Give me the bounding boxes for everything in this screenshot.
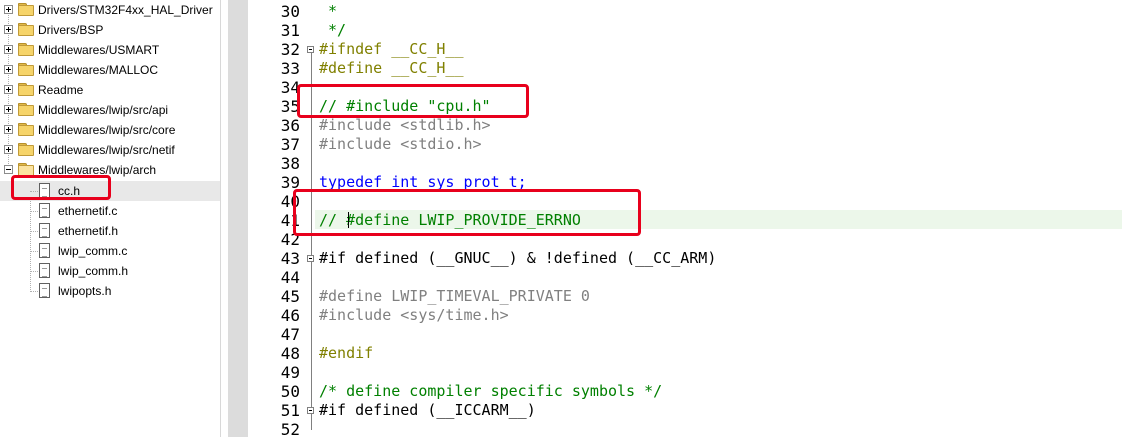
- tree-item-label: lwip_comm.h: [58, 264, 129, 278]
- expand-icon[interactable]: [4, 5, 13, 14]
- tree-item-label: Middlewares/MALLOC: [38, 63, 159, 77]
- folder-icon: [18, 123, 34, 136]
- code-line[interactable]: #if defined (__ICCARM__): [319, 401, 536, 420]
- file-icon: [39, 283, 50, 298]
- expand-icon[interactable]: [4, 145, 13, 154]
- code-line[interactable]: #endif: [319, 344, 373, 363]
- tree-item-label: lwip_comm.c: [58, 244, 128, 258]
- line-number: 36: [280, 116, 300, 135]
- tree-item-malloc[interactable]: Middlewares/MALLOC: [0, 60, 220, 80]
- project-tree: Drivers/STM32F4xx_HAL_Driver Drivers/BSP…: [0, 0, 221, 437]
- code-line[interactable]: #include <stdlib.h>: [319, 116, 491, 135]
- tree-guide-line: [30, 251, 38, 253]
- expand-icon[interactable]: [4, 45, 13, 54]
- expand-icon[interactable]: [4, 125, 13, 134]
- line-number: 33: [280, 59, 300, 78]
- folder-icon: [18, 3, 34, 16]
- annotation-box-cc-h: [11, 175, 111, 200]
- tree-item-label: Middlewares/lwip/src/api: [38, 103, 169, 117]
- code-line[interactable]: */: [319, 21, 346, 40]
- tree-item-ethernetif-h[interactable]: ethernetif.h: [0, 221, 220, 241]
- line-number: 48: [280, 344, 300, 363]
- tree-item-lwip-comm-h[interactable]: lwip_comm.h: [0, 261, 220, 281]
- tree-item-label: Middlewares/lwip/src/core: [38, 123, 176, 137]
- line-number: 38: [280, 154, 300, 173]
- line-number: 31: [280, 21, 300, 40]
- code-line[interactable]: #define __CC_H__: [319, 59, 464, 78]
- line-number: 49: [280, 363, 300, 382]
- tree-item-label: ethernetif.h: [58, 224, 119, 238]
- annotation-box-include-cpu: [297, 84, 529, 118]
- file-icon: [39, 243, 50, 258]
- tree-guide-line: [30, 211, 38, 213]
- tree-item-lwip-api[interactable]: Middlewares/lwip/src/api: [0, 100, 220, 120]
- line-number: 52: [280, 420, 300, 439]
- line-number: 34: [280, 78, 300, 97]
- expand-icon[interactable]: [4, 65, 13, 74]
- tree-item-label: Middlewares/USMART: [38, 43, 160, 57]
- code-line[interactable]: #include <stdio.h>: [319, 135, 482, 154]
- tree-item-stm32f4xx-hal-driver[interactable]: Drivers/STM32F4xx_HAL_Driver: [0, 0, 220, 20]
- fold-collapse-icon[interactable]: [307, 249, 315, 268]
- tree-item-usmart[interactable]: Middlewares/USMART: [0, 40, 220, 60]
- line-number: 32: [280, 40, 300, 59]
- tree-item-bsp[interactable]: Drivers/BSP: [0, 20, 220, 40]
- folder-icon: [18, 23, 34, 36]
- folder-icon: [18, 143, 34, 156]
- tree-item-label: ethernetif.c: [58, 204, 118, 218]
- line-number: 44: [280, 268, 300, 287]
- expand-icon[interactable]: [4, 25, 13, 34]
- tree-item-label: Drivers/BSP: [38, 23, 104, 37]
- tree-item-lwip-netif[interactable]: Middlewares/lwip/src/netif: [0, 140, 220, 160]
- fold-collapse-icon[interactable]: [307, 401, 315, 420]
- line-number: 45: [280, 287, 300, 306]
- code-line[interactable]: #if defined (__GNUC__) & !defined (__CC_…: [319, 249, 716, 268]
- line-number: 51: [280, 401, 300, 420]
- line-number: 37: [280, 135, 300, 154]
- folder-icon: [18, 63, 34, 76]
- tree-item-label: Middlewares/lwip/src/netif: [38, 143, 175, 157]
- tree-item-ethernetif-c[interactable]: ethernetif.c: [0, 201, 220, 221]
- line-number: 35: [280, 97, 300, 116]
- folder-icon: [18, 83, 34, 96]
- line-number: 30: [280, 2, 300, 21]
- file-icon: [39, 223, 50, 238]
- expand-icon[interactable]: [4, 105, 13, 114]
- tree-guide-line: [30, 231, 38, 233]
- editor-margin: [228, 0, 248, 437]
- tree-item-label: Readme: [38, 83, 84, 97]
- tree-guide-line: [30, 291, 38, 293]
- line-number: 47: [280, 325, 300, 344]
- file-icon: [39, 263, 50, 278]
- line-number: 46: [280, 306, 300, 325]
- tree-item-label: lwipopts.h: [58, 284, 112, 298]
- folder-icon: [18, 103, 34, 116]
- tree-item-lwip-core[interactable]: Middlewares/lwip/src/core: [0, 120, 220, 140]
- line-number: 50: [280, 382, 300, 401]
- tree-guide-line: [30, 271, 38, 273]
- code-line[interactable]: #include <sys/time.h>: [319, 306, 509, 325]
- tree-item-lwipopts-h[interactable]: lwipopts.h: [0, 281, 220, 301]
- line-number: 43: [280, 249, 300, 268]
- folder-icon: [18, 43, 34, 56]
- expand-icon[interactable]: [4, 85, 13, 94]
- collapse-icon[interactable]: [4, 165, 13, 174]
- code-line[interactable]: #ifndef __CC_H__: [319, 40, 464, 59]
- annotation-box-provide-errno: [293, 189, 641, 236]
- tree-item-lwip-comm-c[interactable]: lwip_comm.c: [0, 241, 220, 261]
- tree-item-label: Drivers/STM32F4xx_HAL_Driver: [38, 3, 213, 17]
- file-icon: [39, 203, 50, 218]
- code-line[interactable]: /* define compiler specific symbols */: [319, 382, 662, 401]
- code-line[interactable]: *: [319, 2, 337, 21]
- tree-item-readme[interactable]: Readme: [0, 80, 220, 100]
- code-line[interactable]: #define LWIP_TIMEVAL_PRIVATE 0: [319, 287, 590, 306]
